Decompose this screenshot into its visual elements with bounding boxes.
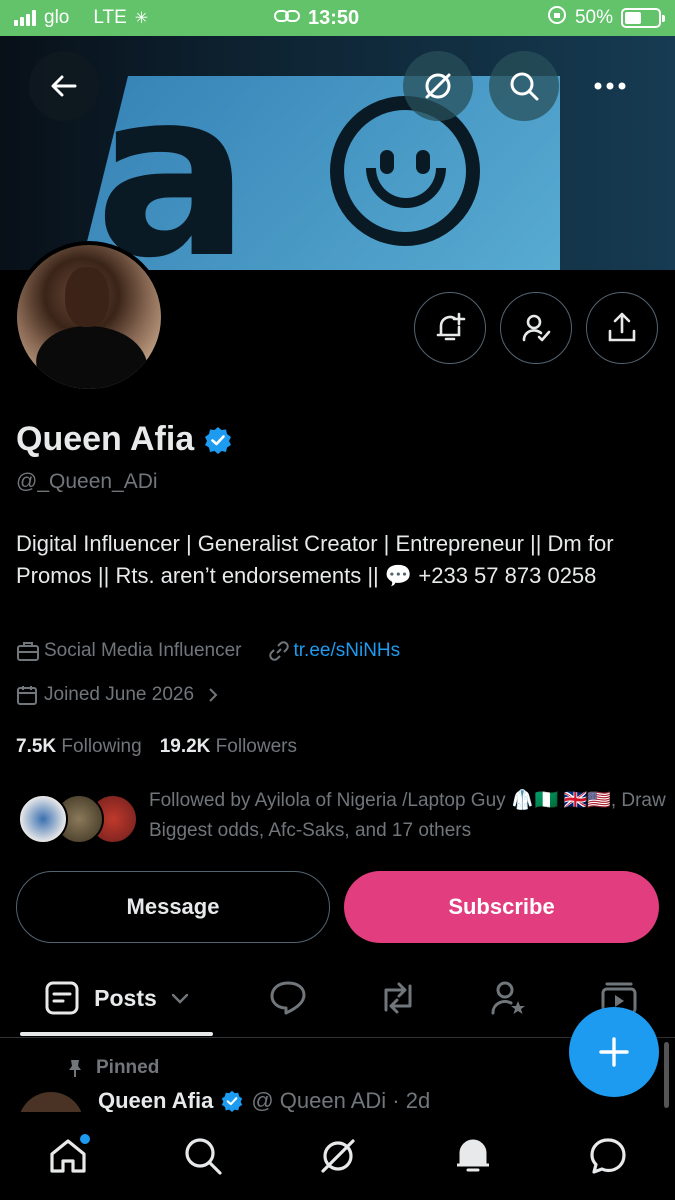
profile-name: Queen Afia xyxy=(16,420,195,458)
tab-posts[interactable]: Posts xyxy=(20,960,213,1036)
profile-bio: Digital Influencer | Generalist Creator … xyxy=(16,531,614,588)
status-bar: glo LTE ✳ 13:50 50% xyxy=(0,0,675,36)
clock: 13:50 xyxy=(308,6,360,29)
grok-button[interactable] xyxy=(403,51,473,121)
avatar[interactable] xyxy=(13,241,165,393)
profile-link[interactable]: tr.ee/sNiNHs xyxy=(294,640,401,662)
profile-meta-row: Social Media Influencer tr.ee/sNiNHs xyxy=(16,640,400,662)
arrow-left-icon xyxy=(51,75,77,97)
following-button[interactable] xyxy=(500,292,572,364)
nav-search[interactable] xyxy=(163,1116,243,1196)
compose-post-button[interactable] xyxy=(569,1007,659,1097)
share-button[interactable] xyxy=(586,292,658,364)
network-label: LTE xyxy=(93,7,127,28)
bell-icon xyxy=(456,1139,489,1172)
search-icon xyxy=(184,1138,222,1175)
profile-banner: a xyxy=(0,36,675,270)
followed-by-row[interactable]: Followed by Ayilola of Nigeria /Laptop G… xyxy=(16,786,666,846)
search-icon xyxy=(510,72,539,101)
share-icon xyxy=(608,312,636,342)
user-check-icon xyxy=(522,314,551,342)
link-icon xyxy=(268,641,289,661)
tab-posts-label: Posts xyxy=(94,984,157,1011)
battery-percent: 50% xyxy=(574,7,613,28)
pinned-label: Pinned xyxy=(96,1057,160,1078)
followers-count: 19.2K xyxy=(159,736,211,757)
chevron-right-icon xyxy=(209,688,218,702)
pin-icon xyxy=(69,1060,81,1077)
rotation-lock-icon xyxy=(547,5,567,31)
following-count: 7.5K xyxy=(16,736,57,757)
back-button[interactable] xyxy=(29,51,99,121)
profile-category: Social Media Influencer xyxy=(44,640,242,661)
briefcase-icon xyxy=(17,642,39,661)
profile-name-row: Queen Afia xyxy=(16,420,232,459)
smiley-icon xyxy=(330,96,480,246)
reply-icon xyxy=(270,981,306,1015)
profile-handle: @_Queen_ADi xyxy=(16,470,158,493)
carrier-label: glo xyxy=(44,7,70,28)
posts-icon xyxy=(45,981,79,1015)
following-label: Following xyxy=(61,736,142,757)
more-button[interactable] xyxy=(575,51,645,121)
nav-messages[interactable] xyxy=(568,1116,648,1196)
subscribe-button[interactable]: Subscribe xyxy=(344,871,659,943)
search-button[interactable] xyxy=(489,51,559,121)
verified-badge-icon xyxy=(222,1090,243,1112)
signal-icon xyxy=(14,10,36,26)
followed-by-text: Followed by Ayilola of Nigeria /Laptop G… xyxy=(149,790,666,841)
grok-icon xyxy=(425,73,451,99)
joined-row[interactable]: Joined June 2026 xyxy=(16,684,220,706)
follower-avatar xyxy=(18,794,68,844)
message-button[interactable]: Message xyxy=(16,871,330,943)
plus-icon xyxy=(599,1037,629,1067)
battery-icon xyxy=(621,8,665,28)
more-horizontal-icon xyxy=(594,82,626,90)
scrollbar[interactable] xyxy=(664,1042,669,1108)
joined-date: Joined June 2026 xyxy=(44,684,195,705)
bottom-navigation xyxy=(0,1112,675,1200)
notifications-subscribe-button[interactable] xyxy=(414,292,486,364)
chevron-down-icon xyxy=(171,993,189,1004)
followers-stat[interactable]: 19.2K Followers xyxy=(160,736,297,758)
nav-home[interactable] xyxy=(28,1116,108,1196)
banner-logo: a xyxy=(95,42,250,271)
bell-plus-icon xyxy=(436,312,466,341)
tab-reposts[interactable] xyxy=(363,960,433,1036)
tab-highlights[interactable] xyxy=(473,960,543,1036)
nav-grok[interactable] xyxy=(298,1116,378,1196)
loading-icon: ✳ xyxy=(134,10,149,27)
nav-notifications[interactable] xyxy=(433,1116,513,1196)
following-stat[interactable]: 7.5K Following xyxy=(16,736,142,758)
repost-icon xyxy=(384,982,412,1014)
pinned-indicator: Pinned xyxy=(66,1057,159,1079)
verified-badge-icon[interactable] xyxy=(204,426,232,454)
post-author-handle-time: @ Queen ADi · 2d xyxy=(251,1088,431,1113)
followers-label: Followers xyxy=(215,736,297,757)
user-star-icon xyxy=(491,981,525,1015)
link-icon xyxy=(274,7,300,30)
post-author-name[interactable]: Queen Afia xyxy=(98,1088,213,1114)
tab-replies[interactable] xyxy=(253,960,323,1036)
calendar-icon xyxy=(17,686,37,705)
notification-dot xyxy=(79,1134,90,1144)
chat-icon xyxy=(589,1138,626,1174)
profile-tabs: Posts xyxy=(0,960,675,1038)
grok-icon xyxy=(320,1139,355,1173)
follow-stats: 7.5K Following 19.2K Followers xyxy=(16,736,297,758)
post-header: Queen Afia @ Queen ADi · 2d xyxy=(98,1088,430,1114)
